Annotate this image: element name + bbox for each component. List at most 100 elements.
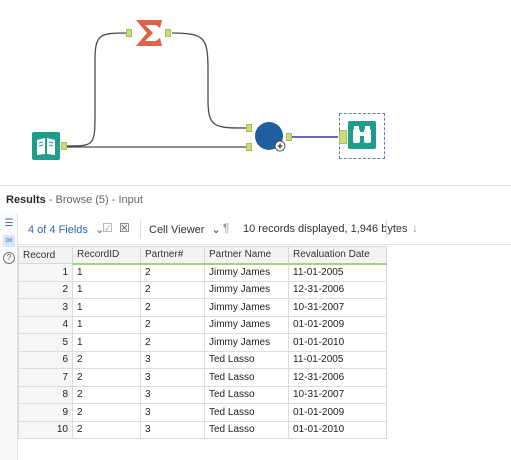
partner-number-cell[interactable]: 2 (140, 333, 205, 352)
recordid-cell[interactable]: 1 (72, 333, 141, 352)
partner-number-cell[interactable]: 3 (140, 420, 205, 439)
record-cell[interactable]: 4 (18, 315, 73, 334)
help-icon[interactable]: ? (3, 252, 15, 264)
join-output-anchor[interactable] (286, 133, 292, 141)
partner-name-cell[interactable]: Jimmy James (204, 280, 289, 299)
record-cell[interactable]: 2 (18, 280, 73, 299)
partner-name-cell[interactable]: Jimmy James (204, 315, 289, 334)
results-header: Results - Browse (5) - Input (0, 185, 511, 213)
results-toolbar: 4 of 4 Fields ⌄ ☑ ☒ Cell Viewer ⌄ ¶ 10 r… (18, 213, 511, 245)
record-cell[interactable]: 8 (18, 385, 73, 404)
partner-name-cell[interactable]: Jimmy James (204, 333, 289, 352)
input-output-anchor[interactable] (61, 142, 67, 150)
recordid-cell[interactable]: 2 (72, 420, 141, 439)
chevron-down-icon: ⌄ (211, 224, 221, 236)
recordid-cell[interactable]: 2 (72, 350, 141, 369)
revaluation-date-cell[interactable]: 01-01-2009 (288, 315, 387, 334)
table-row[interactable]: 9 2 3 Ted Lasso 01-01-2009 (18, 403, 387, 422)
table-row[interactable]: 1 1 2 Jimmy James 11-01-2005 (18, 263, 387, 282)
recordid-cell[interactable]: 1 (72, 280, 141, 299)
partner-number-cell[interactable]: 3 (140, 350, 205, 369)
join-left-anchor[interactable] (246, 124, 252, 132)
partner-name-cell[interactable]: Ted Lasso (204, 368, 289, 387)
partner-number-cell[interactable]: 3 (140, 403, 205, 422)
partner-name-cell[interactable]: Ted Lasso (204, 350, 289, 369)
partner-name-cell[interactable]: Jimmy James (204, 298, 289, 317)
sigma-icon (136, 20, 162, 46)
partner-number-cell[interactable]: 2 (140, 315, 205, 334)
table-row[interactable]: 3 1 2 Jimmy James 10-31-2007 (18, 298, 387, 317)
partner-name-cell[interactable]: Ted Lasso (204, 420, 289, 439)
browse-tool[interactable] (348, 121, 376, 149)
summarize-tool[interactable] (134, 18, 164, 48)
circle-icon (255, 122, 286, 152)
check-icon[interactable]: ☑ (102, 221, 113, 235)
revaluation-date-cell[interactable]: 10-31-2007 (288, 298, 387, 317)
recordid-cell[interactable]: 2 (72, 368, 141, 387)
table-row[interactable]: 2 1 2 Jimmy James 12-31-2006 (18, 280, 387, 299)
results-title: Results (6, 194, 46, 206)
toolbar-divider (140, 220, 141, 238)
column-header-partner-name[interactable]: Partner Name (204, 246, 289, 265)
arrow-down-icon[interactable]: ↓ (412, 221, 418, 235)
fields-dropdown[interactable]: 4 of 4 Fields ⌄ (28, 223, 104, 236)
column-header-record[interactable]: Record (18, 246, 73, 264)
table-row[interactable]: 4 1 2 Jimmy James 01-01-2009 (18, 315, 387, 334)
revaluation-date-cell[interactable]: 12-31-2006 (288, 368, 387, 387)
record-cell[interactable]: 7 (18, 368, 73, 387)
recordid-cell[interactable]: 1 (72, 315, 141, 334)
recordid-cell[interactable]: 1 (72, 263, 141, 282)
partner-number-cell[interactable]: 2 (140, 298, 205, 317)
recordid-cell[interactable]: 2 (72, 403, 141, 422)
column-header-recordid[interactable]: RecordID (72, 246, 141, 265)
recordid-cell[interactable]: 1 (72, 298, 141, 317)
revaluation-date-cell[interactable]: 10-31-2007 (288, 385, 387, 404)
partner-name-cell[interactable]: Ted Lasso (204, 385, 289, 404)
cell-viewer-dropdown[interactable]: Cell Viewer ⌄ (149, 223, 221, 236)
join-tool[interactable] (254, 121, 288, 155)
column-header-partner-number[interactable]: Partner# (140, 246, 205, 265)
recordid-cell[interactable]: 2 (72, 385, 141, 404)
record-cell[interactable]: 5 (18, 333, 73, 352)
binoculars-small-icon[interactable]: ∞ (3, 235, 15, 247)
revaluation-date-cell[interactable]: 01-01-2010 (288, 420, 387, 439)
arrow-up-icon[interactable]: ↑ (394, 221, 400, 235)
pilcrow-icon[interactable]: ¶ (223, 221, 229, 235)
partner-number-cell[interactable]: 3 (140, 385, 205, 404)
partner-number-cell[interactable]: 2 (140, 280, 205, 299)
revaluation-date-cell[interactable]: 01-01-2009 (288, 403, 387, 422)
table-row[interactable]: 10 2 3 Ted Lasso 01-01-2010 (18, 420, 387, 439)
record-cell[interactable]: 6 (18, 350, 73, 369)
record-cell[interactable]: 9 (18, 403, 73, 422)
partner-name-cell[interactable]: Jimmy James (204, 263, 289, 282)
revaluation-date-cell[interactable]: 11-01-2005 (288, 350, 387, 369)
summarize-input-anchor[interactable] (126, 29, 132, 37)
table-row[interactable]: 5 1 2 Jimmy James 01-01-2010 (18, 333, 387, 352)
cancel-icon[interactable]: ☒ (119, 221, 130, 235)
table-row[interactable]: 8 2 3 Ted Lasso 10-31-2007 (18, 385, 387, 404)
browse-input-anchor[interactable] (339, 130, 347, 144)
table-row[interactable]: 6 2 3 Ted Lasso 11-01-2005 (18, 350, 387, 369)
results-table: Record RecordID Partner# Partner Name Re… (18, 246, 387, 439)
table-row[interactable]: 7 2 3 Ted Lasso 12-31-2006 (18, 368, 387, 387)
toolbar-divider (386, 220, 387, 238)
revaluation-date-cell[interactable]: 01-01-2010 (288, 333, 387, 352)
binoculars-icon (348, 121, 376, 149)
table-body: 1 1 2 Jimmy James 11-01-2005 2 1 2 Jimmy James 12… (18, 263, 387, 439)
column-header-revaluation-date[interactable]: Revaluation Date (288, 246, 387, 265)
partner-number-cell[interactable]: 2 (140, 263, 205, 282)
record-cell[interactable]: 3 (18, 298, 73, 317)
record-cell[interactable]: 1 (18, 263, 73, 282)
summarize-output-anchor[interactable] (165, 29, 171, 37)
list-icon[interactable]: ☰ (3, 218, 15, 230)
cell-viewer-label: Cell Viewer (149, 224, 205, 236)
record-cell[interactable]: 10 (18, 420, 73, 439)
revaluation-date-cell[interactable]: 11-01-2005 (288, 263, 387, 282)
partner-number-cell[interactable]: 3 (140, 368, 205, 387)
partner-name-cell[interactable]: Ted Lasso (204, 403, 289, 422)
input-data-tool[interactable] (32, 132, 60, 160)
revaluation-date-cell[interactable]: 12-31-2006 (288, 280, 387, 299)
workflow-canvas[interactable] (0, 0, 511, 185)
join-right-anchor[interactable] (246, 143, 252, 151)
connection-summarize-join (171, 32, 248, 129)
